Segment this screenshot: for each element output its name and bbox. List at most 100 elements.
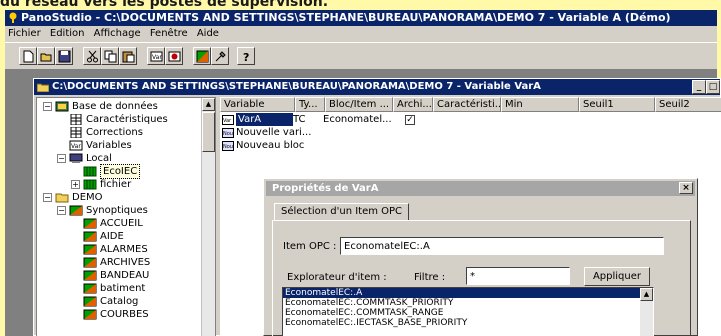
grid-icon	[69, 127, 86, 138]
dialog-close-icon[interactable]: ×	[679, 182, 693, 194]
apply-button[interactable]: Appliquer	[584, 267, 650, 286]
tools-icon[interactable]	[211, 47, 229, 65]
tree-node[interactable]: batiment	[71, 282, 145, 295]
tree-node-label: fichier	[100, 179, 132, 190]
tree-node[interactable]: − DEMO	[43, 191, 103, 204]
tree-node[interactable]: AIDE	[71, 230, 124, 243]
collapse-icon[interactable]: −	[57, 154, 66, 163]
tree-node-label: Catalog	[100, 296, 139, 307]
minimize-button[interactable]: _	[692, 80, 706, 94]
collapse-icon[interactable]: −	[57, 206, 66, 215]
tree-node[interactable]: COURBES	[71, 308, 149, 321]
column-header[interactable]: Bloc/Item ...	[325, 97, 393, 112]
tree-node[interactable]: BANDEAU	[71, 269, 149, 282]
panostudio-logo-icon	[9, 12, 17, 23]
opc-item[interactable]: EconomatelEC:.COMMTASK_PRIORITY	[283, 298, 653, 308]
help-icon[interactable]: ?	[237, 47, 255, 65]
paste-icon[interactable]	[119, 47, 137, 65]
component-icon[interactable]	[165, 47, 183, 65]
tree-node[interactable]: + fichier	[71, 178, 131, 191]
list-cell: VarA	[236, 113, 293, 126]
menu-fichier[interactable]: Fichier	[5, 28, 44, 39]
column-header[interactable]: Archi...	[393, 97, 433, 112]
tab-opc-item[interactable]: Sélection d'un Item OPC	[274, 203, 410, 221]
filter-input[interactable]	[466, 267, 570, 285]
list-header: Variable Ty... Bloc/Item ... Archi... Caract…	[220, 97, 721, 112]
tree-node[interactable]: Var Variables	[57, 139, 132, 152]
item-explorer-label: Explorateur d'item :	[287, 272, 387, 283]
column-header[interactable]: Variable	[220, 97, 295, 112]
new-icon[interactable]	[19, 47, 37, 65]
tree-node[interactable]: − Base de données	[43, 100, 158, 113]
opc-item[interactable]: EconomatelEC:.COMMTASK_RANGE	[283, 308, 653, 318]
list-row[interactable]: Var VarA TC Economatel... ✓	[220, 113, 431, 126]
tree-node[interactable]: Corrections	[57, 126, 143, 139]
opc-list-scrollbar[interactable]: ▲	[640, 288, 653, 336]
module-icon	[83, 179, 100, 190]
menu-affichage[interactable]: Affichage	[91, 28, 144, 39]
svg-text:Var: Var	[71, 143, 81, 150]
tree-node[interactable]: ARCHIVES	[71, 256, 150, 269]
syn-icon	[83, 231, 100, 242]
opc-item-list[interactable]: EconomatelEC:.A EconomatelEC:.COMMTASK_PR…	[282, 287, 654, 336]
column-header[interactable]: Seuil2	[655, 97, 721, 112]
tree-node-label: ALARMES	[100, 244, 148, 255]
variable-icon[interactable]: Var	[147, 47, 165, 65]
item-opc-label: Item OPC :	[283, 241, 337, 252]
tree-node[interactable]: − Synoptiques	[57, 204, 148, 217]
folder-icon	[55, 192, 72, 203]
column-header[interactable]: Caractéristi...	[433, 97, 501, 112]
scroll-thumb[interactable]	[202, 112, 215, 152]
archive-checkbox[interactable]: ✓	[405, 115, 415, 125]
menu-aide[interactable]: Aide	[194, 28, 222, 39]
tree-node[interactable]: ACCUEIL	[71, 217, 143, 230]
child-title-bar[interactable]: C:\DOCUMENTS AND SETTINGS\STEPHANE\BUREA…	[34, 79, 720, 95]
tree-node[interactable]: Catalog	[71, 295, 138, 308]
scroll-up-icon[interactable]: ▲	[640, 288, 653, 301]
synoptic-icon[interactable]	[193, 47, 211, 65]
tree-node-label: Synoptiques	[86, 205, 148, 216]
cut-icon[interactable]	[83, 47, 101, 65]
open-icon[interactable]	[37, 47, 55, 65]
menu-edition[interactable]: Edition	[47, 28, 88, 39]
tree-scrollbar[interactable]: ▲	[201, 98, 215, 336]
scroll-up-icon[interactable]: ▲	[202, 98, 215, 111]
copy-icon[interactable]	[101, 47, 119, 65]
app-title: PanoStudio - C:\DOCUMENTS AND SETTINGS\S…	[21, 11, 671, 24]
tree-node-label: ARCHIVES	[100, 257, 151, 268]
grid-icon	[69, 114, 86, 125]
opc-item[interactable]: EconomatelEC:.A	[283, 288, 653, 298]
new-icon: Nou	[222, 140, 234, 151]
list-row[interactable]: Nou Nouvelle vari...	[220, 126, 346, 139]
app-title-bar[interactable]: PanoStudio - C:\DOCUMENTS AND SETTINGS\S…	[5, 10, 717, 26]
tree-node[interactable]: ALARMES	[71, 243, 148, 256]
column-header[interactable]: Min	[501, 97, 579, 112]
maximize-button[interactable]: □	[706, 80, 720, 94]
svg-text:?: ?	[243, 51, 249, 63]
list-row[interactable]: Nou Nouveau bloc	[220, 139, 346, 152]
menu-bar: Fichier Edition Affichage Fenêtre Aide	[5, 26, 717, 42]
save-icon[interactable]	[55, 47, 73, 65]
dialog-title-bar[interactable]: Propriétés de VarA ×	[266, 181, 695, 196]
syn-icon	[83, 257, 100, 268]
collapse-icon[interactable]: −	[43, 193, 52, 202]
item-opc-input[interactable]	[340, 237, 664, 255]
collapse-icon[interactable]: −	[43, 102, 52, 111]
svg-text:Var: Var	[223, 118, 232, 124]
column-header[interactable]: Ty...	[295, 97, 325, 112]
tree-node-label: EcoIEC	[100, 164, 141, 179]
tree-node-label: batiment	[100, 283, 146, 294]
tree-node[interactable]: Caractéristiques	[57, 113, 168, 126]
tree-node[interactable]: EcoIEC	[71, 164, 141, 179]
project-tree[interactable]: − Base de données Caractéristiques Correcti…	[36, 97, 216, 336]
expand-icon[interactable]: +	[71, 180, 80, 189]
syn-icon	[83, 296, 100, 307]
list-cell: Nouvelle vari...	[236, 127, 312, 138]
opc-item[interactable]: EconomatelEC:.IECTASK_BASE_PRIORITY	[283, 318, 653, 328]
tree-node-label: Corrections	[86, 127, 143, 138]
menu-fenetre[interactable]: Fenêtre	[147, 28, 191, 39]
tree-node-label: Variables	[86, 140, 132, 151]
filter-label: Filtre :	[414, 272, 446, 283]
syn-icon	[83, 270, 100, 281]
column-header[interactable]: Seuil1	[579, 97, 655, 112]
